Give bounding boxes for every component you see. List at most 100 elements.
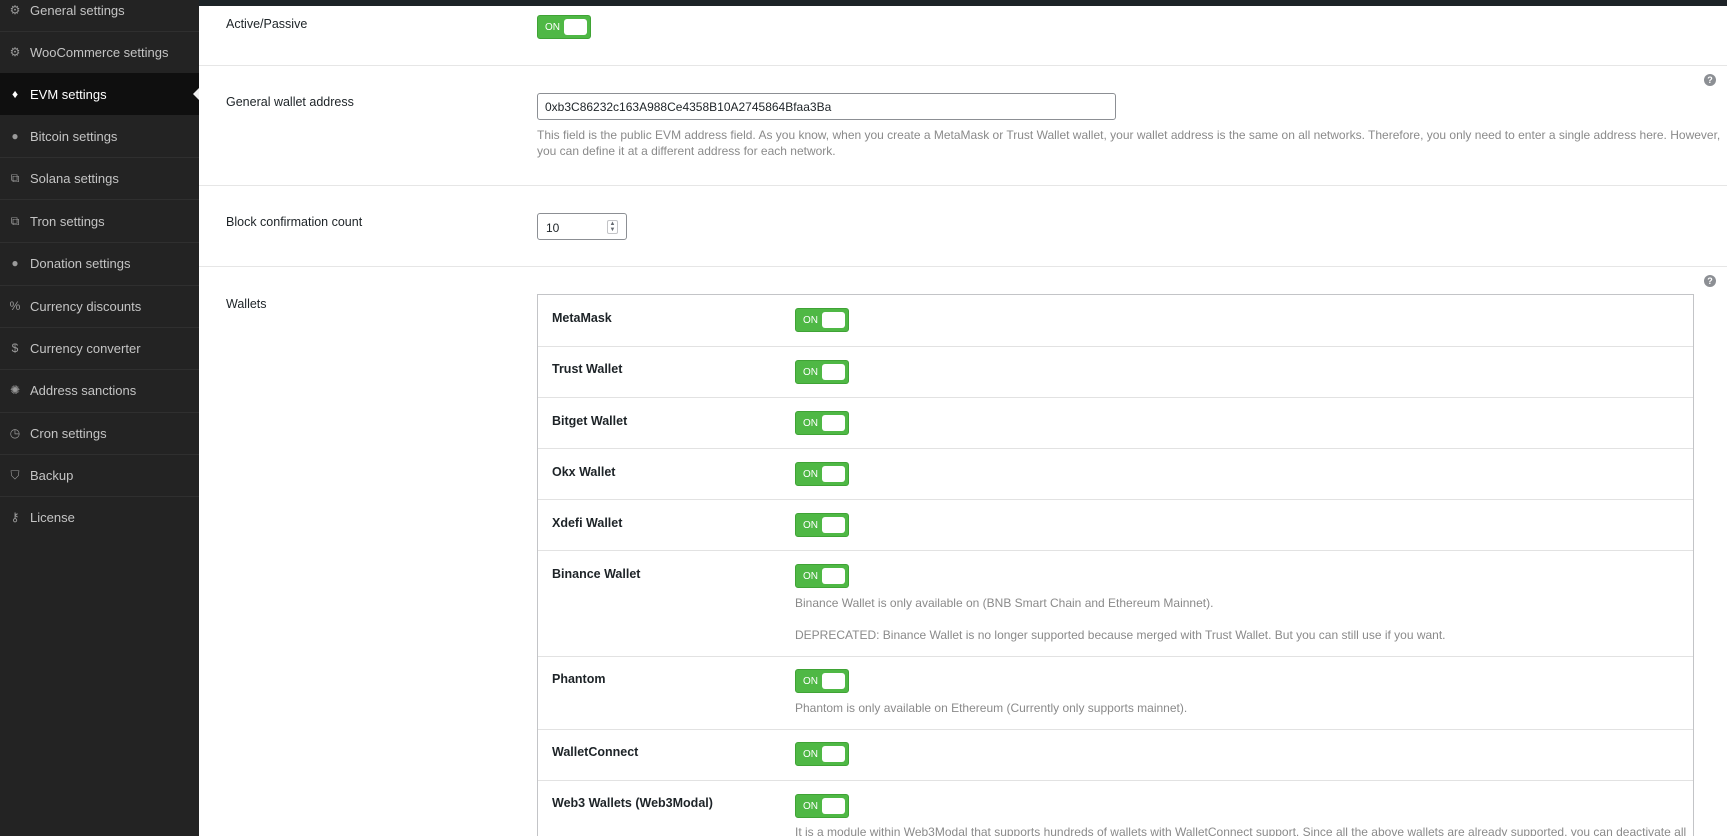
sidebar-item-solana-settings[interactable]: ⧉ Solana settings [0,157,199,199]
sidebar-item-woocommerce-settings[interactable]: ⚙ WooCommerce settings [0,31,199,73]
sidebar-item-cron-settings[interactable]: ◷ Cron settings [0,412,199,454]
settings-sidebar: ⚙ General settings ⚙ WooCommerce setting… [0,0,199,836]
toggle-state: ON [803,801,818,812]
row-divider [538,448,1693,449]
shield-icon: ⛉ [10,467,20,482]
toggle-state: ON [803,520,818,531]
clock-icon: ◷ [9,426,21,440]
active-passive-toggle[interactable]: ON [537,15,591,39]
phantom-availability-note: Phantom is only available on Ethereum (C… [795,701,1188,715]
toggle-state: ON [803,418,818,429]
percent-icon: % [9,299,21,313]
row-divider [538,397,1693,398]
block-confirmation-value: 10 [546,221,560,235]
toggle-knob [822,466,845,482]
wallet-name-binance-wallet: Binance Wallet [552,567,641,581]
toggle-knob [822,517,845,533]
network-icon: ⧉ [10,170,20,185]
toggle-state: ON [803,315,818,326]
toggle-knob [822,364,845,380]
block-confirmation-input[interactable]: 10 ▲ ▼ [537,213,627,240]
help-icon[interactable]: ? [1704,74,1716,86]
row-divider [538,656,1693,657]
sidebar-item-label: Currency converter [30,340,141,356]
phantom-toggle[interactable]: ON [795,669,849,693]
toggle-state: ON [803,749,818,760]
sidebar-item-label: EVM settings [30,86,107,102]
wallet-address-label: General wallet address [226,95,354,109]
block-confirmation-label: Block confirmation count [226,215,363,229]
toggle-state: ON [803,367,818,378]
web3modal-toggle[interactable]: ON [795,794,849,818]
web3modal-description: It is a module within Web3Modal that sup… [795,825,1687,836]
wallet-name-bitget-wallet: Bitget Wallet [552,414,628,428]
sidebar-item-currency-discounts[interactable]: % Currency discounts [0,285,199,327]
wallet-address-description-line1: This field is the public EVM address fie… [537,128,1721,142]
bitget-wallet-toggle[interactable]: ON [795,411,849,435]
sidebar-item-bitcoin-settings[interactable]: ● Bitcoin settings [0,115,199,157]
wallets-table [537,294,1694,836]
wallet-name-xdefi-wallet: Xdefi Wallet [552,516,623,530]
okx-wallet-toggle[interactable]: ON [795,462,849,486]
walletconnect-toggle[interactable]: ON [795,742,849,766]
sidebar-item-label: General settings [30,2,125,18]
toggle-state: ON [803,571,818,582]
gear-icon: ⚙ [9,45,21,59]
wallet-address-description-line2: you can define it at a different address… [537,144,836,158]
metamask-toggle[interactable]: ON [795,308,849,332]
active-passive-label: Active/Passive [226,17,308,31]
sidebar-item-currency-converter[interactable]: $ Currency converter [0,327,199,369]
dollar-icon: $ [11,341,19,355]
network-icon: ⧉ [10,213,20,228]
sidebar-item-general-settings[interactable]: ⚙ General settings [0,0,199,31]
sidebar-item-address-sanctions[interactable]: ✺ Address sanctions [0,369,199,411]
sidebar-item-label: License [30,509,75,525]
sidebar-item-label: Bitcoin settings [30,128,118,144]
ethereum-icon: ♦ [11,87,19,101]
binance-wallet-availability-note: Binance Wallet is only available on (BNB… [795,596,1214,610]
binance-wallet-toggle[interactable]: ON [795,564,849,588]
wallet-name-okx-wallet: Okx Wallet [552,465,616,479]
sidebar-item-label: Currency discounts [30,298,142,314]
sidebar-item-label: Donation settings [30,255,131,271]
donation-icon: ● [11,256,19,270]
help-icon[interactable]: ? [1704,275,1716,287]
sidebar-item-label: Address sanctions [30,382,137,398]
xdefi-wallet-toggle[interactable]: ON [795,513,849,537]
binance-wallet-deprecated-note: DEPRECATED: Binance Wallet is no longer … [795,628,1446,642]
toggle-state: ON [803,469,818,480]
key-icon: ⚷ [10,510,20,524]
sanctions-icon: ✺ [9,383,21,397]
wallet-name-metamask: MetaMask [552,311,612,325]
wallet-address-input[interactable] [537,93,1116,120]
toggle-state: ON [545,22,560,33]
sidebar-item-label: Backup [30,467,74,483]
sidebar-item-evm-settings[interactable]: ♦ EVM settings [0,73,199,115]
wallet-name-trust-wallet: Trust Wallet [552,362,623,376]
sidebar-item-label: Cron settings [30,425,107,441]
sidebar-item-backup[interactable]: ⛉ Backup [0,454,199,496]
row-divider [199,266,1727,267]
row-divider [538,499,1693,500]
sidebar-item-donation-settings[interactable]: ● Donation settings [0,242,199,284]
wallet-name-phantom: Phantom [552,672,606,686]
row-divider [538,780,1693,781]
toggle-knob [822,673,845,689]
row-divider [538,729,1693,730]
toggle-state: ON [803,676,818,687]
row-divider [538,346,1693,347]
row-divider [199,65,1727,66]
sidebar-item-label: Tron settings [30,213,105,229]
toggle-knob [564,19,587,35]
sidebar-item-label: WooCommerce settings [30,44,169,60]
gear-icon: ⚙ [9,3,21,17]
toggle-knob [822,312,845,328]
stepper-icon[interactable]: ▲ ▼ [607,220,618,234]
wallets-label: Wallets [226,297,267,311]
sidebar-item-tron-settings[interactable]: ⧉ Tron settings [0,200,199,242]
toggle-knob [822,568,845,584]
trust-wallet-toggle[interactable]: ON [795,360,849,384]
toggle-knob [822,746,845,762]
row-divider [199,185,1727,186]
sidebar-item-license[interactable]: ⚷ License [0,496,199,538]
